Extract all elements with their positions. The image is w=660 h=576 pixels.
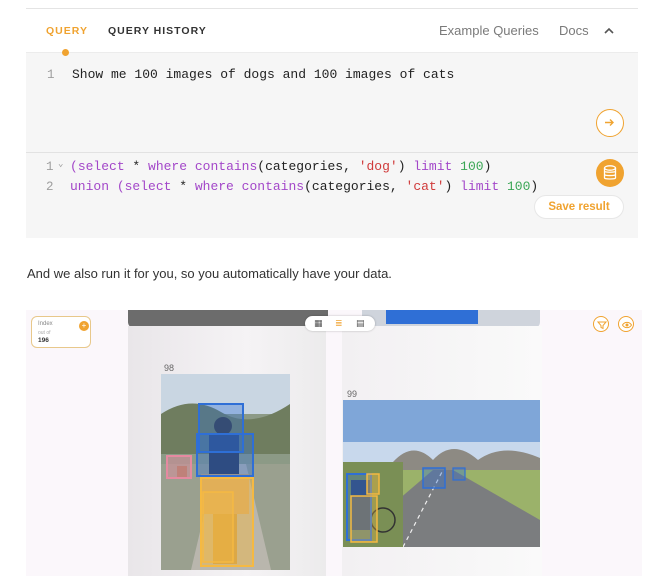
query-panel: QUERY QUERY HISTORY Example Queries Docs… [26,8,638,238]
sql-code: union (select * where contains(categorie… [70,179,538,194]
line-number: 2 [46,180,54,194]
run-query-button[interactable] [596,109,624,137]
index-widget[interactable]: Index out of 196 + [31,316,91,348]
detection-boxes [346,467,466,543]
result-image[interactable] [343,400,540,547]
tab-bar: QUERY QUERY HISTORY Example Queries Docs [26,9,638,53]
filter-icon[interactable] [593,316,609,332]
natural-language-query-text: Show me 100 images of dogs and 100 image… [72,67,455,82]
sql-token: (categories, [304,179,406,194]
sql-token: limit [413,159,453,174]
index-out-of-label: out of [38,330,51,336]
sql-token: * [171,179,195,194]
image-index-label: 99 [347,389,358,399]
index-value: 196 [38,337,49,344]
sql-token: ) [397,159,414,174]
tab-query-history[interactable]: QUERY HISTORY [108,25,207,37]
plus-icon[interactable]: + [79,321,89,331]
line-number: 1 [47,68,55,82]
docs-link[interactable]: Docs [559,23,589,38]
sql-token: ( [109,179,125,194]
sql-token: (categories, [257,159,359,174]
natural-language-query-input[interactable]: 1 Show me 100 images of dogs and 100 ima… [26,67,638,87]
sql-token: contains [241,179,305,194]
sql-token: 100 [460,159,484,174]
sql-line[interactable]: 1 ⌄ (select * where contains(categories,… [26,159,638,179]
rows-icon[interactable]: ▤ [356,318,365,329]
sql-token: ) [530,179,539,194]
sql-code: (select * where contains(categories, 'do… [70,159,491,174]
active-tab-indicator [62,49,69,56]
sql-token: where [148,159,188,174]
example-queries-link[interactable]: Example Queries [439,23,539,38]
chevron-up-icon[interactable] [602,24,616,38]
database-button[interactable] [596,159,624,187]
sql-token: select [77,159,125,174]
tab-query[interactable]: QUERY [46,25,88,37]
sql-token: 100 [506,179,531,194]
view-mode-toggle[interactable]: ▦ ≣ ▤ [305,316,375,331]
fold-chevron-icon[interactable]: ⌄ [58,159,63,169]
sql-token: 'cat' [405,179,445,194]
line-number: 1 [46,160,54,174]
list-icon[interactable]: ≣ [335,318,343,329]
arrow-right-icon [605,119,614,126]
description-text: And we also run it for you, so you autom… [27,266,392,281]
result-image[interactable] [161,374,290,570]
sql-token: 'dog' [358,159,398,174]
detection-boxes [166,403,254,567]
divider [26,152,638,153]
image-viewer[interactable]: Index out of 196 + ▦ ≣ ▤ 98 99 [26,310,642,576]
sql-token: contains [194,159,258,174]
sql-token: select [124,179,172,194]
image-index-label: 98 [164,363,175,373]
sql-token: limit [460,179,500,194]
sql-token: where [194,179,234,194]
sql-token: ) [483,159,492,174]
sql-token: ) [444,179,461,194]
database-icon [603,165,617,180]
save-result-button[interactable]: Save result [534,195,624,219]
grid-icon[interactable]: ▦ [314,318,323,329]
eye-icon[interactable] [618,316,634,332]
index-label: Index [38,321,53,327]
sql-token: ( [70,159,78,174]
sql-token: * [124,159,149,174]
sql-token: union [70,179,110,194]
